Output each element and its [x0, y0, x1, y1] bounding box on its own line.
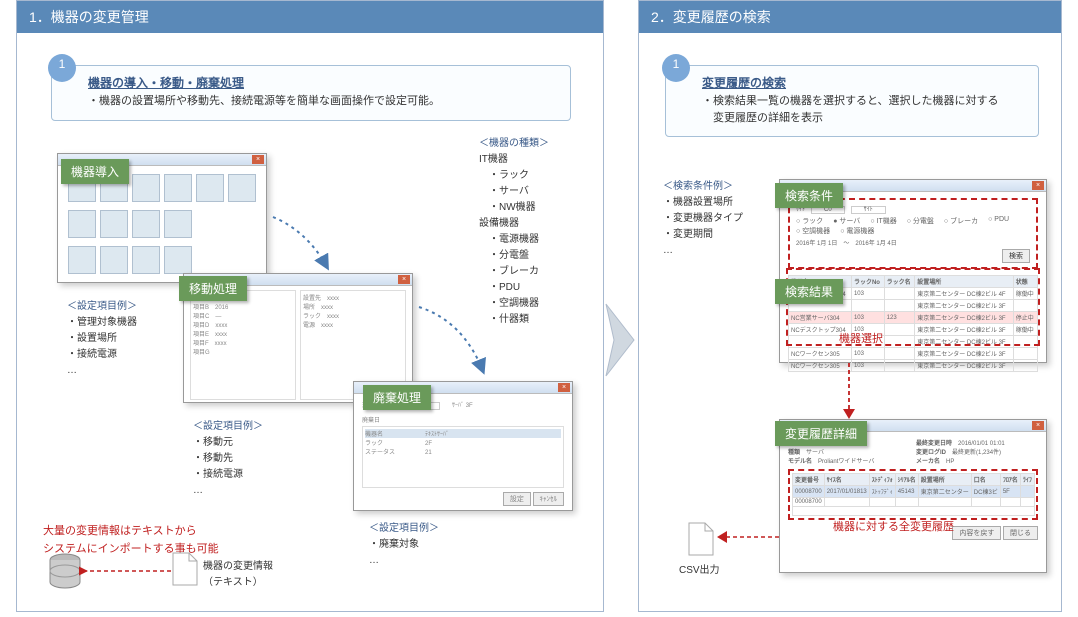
settings-2: ＜設定項目例＞ ・移動元 ・移動先 ・接続電源 …	[193, 419, 263, 499]
device-icon[interactable]	[68, 246, 96, 274]
device-icon[interactable]	[164, 210, 192, 238]
settings1-body: ・管理対象機器 ・設置場所 ・接続電源 …	[67, 317, 137, 376]
device-types-head: ＜機器の種類＞	[479, 138, 549, 149]
panel-left-title: 1．機器の変更管理	[17, 1, 603, 33]
csv-label: CSV出力	[679, 563, 720, 579]
close-icon[interactable]: ×	[398, 275, 410, 284]
table-row[interactable]: 00008700	[793, 498, 1035, 507]
callout-right: 1 変更履歴の検索 ・検索結果一覧の機器を選択すると、選択した機器に対する 変更…	[665, 65, 1039, 137]
search-cond-body: ・機器設置場所 ・変更機器タイプ ・変更期間 …	[663, 197, 743, 256]
settings3-body: ・廃棄対象 …	[369, 539, 419, 566]
table-row[interactable]: NCワークセン305103東京第二センター DC棟2ビル 3F	[789, 360, 1038, 372]
settings1-head: ＜設定項目例＞	[67, 301, 137, 312]
ok-button[interactable]: 設定	[503, 492, 531, 506]
revert-button[interactable]: 内容を戻す	[952, 526, 1001, 540]
table-row-selected[interactable]: NC営業サーバ304103123東京第二センター DC棟2ビル 3F停止中	[789, 312, 1038, 324]
device-icon[interactable]	[68, 210, 96, 238]
settings-1: ＜設定項目例＞ ・管理対象機器 ・設置場所 ・接続電源 …	[67, 299, 137, 379]
file-label: 機器の変更情報 （テキスト）	[203, 559, 273, 591]
callout-right-num: 1	[662, 54, 690, 82]
device-icon[interactable]	[100, 210, 128, 238]
radio-opt[interactable]: ○ IT機器	[870, 216, 896, 226]
tag-scrap: 廃棄処理	[363, 385, 431, 410]
tag-search-result: 検索結果	[775, 279, 843, 304]
file-icon	[687, 521, 715, 557]
device-icon[interactable]	[132, 246, 160, 274]
close-button[interactable]: 閉じる	[1003, 526, 1038, 540]
radio-opt[interactable]: ○ 分電盤	[907, 216, 934, 226]
device-types-body: IT機器 ・ラック ・サーバ ・NW機器 設備機器 ・電源機器 ・分電盤 ・ブレ…	[479, 154, 539, 325]
search-cond-label: ＜検索条件例＞ ・機器設置場所 ・変更機器タイプ ・変更期間 …	[663, 179, 743, 259]
table-row[interactable]: 000087002017/01/01813ｽﾄｯﾌﾃﾞｨ45143東京第二センタ…	[793, 486, 1035, 498]
radio-opt[interactable]: ○ ラック	[796, 216, 823, 226]
close-icon[interactable]: ×	[1032, 421, 1044, 430]
device-types: ＜機器の種類＞ IT機器 ・ラック ・サーバ ・NW機器 設備機器 ・電源機器 …	[479, 136, 549, 328]
detail-table: 変更番号ｻｲｽ名ｽﾄﾃﾞｨﾌｫｼﾘｱﾙ名設置場所口名ﾌﾛｱ名ﾗｲﾌ 000087…	[792, 473, 1035, 516]
radio-opt[interactable]: ○ PDU	[988, 216, 1009, 226]
date-range: 2016年 1月 1日 ～ 2016年 1月 4日	[796, 238, 1030, 247]
import-note: 大量の変更情報はテキストから システムにインポートする事も可能	[43, 523, 219, 558]
search-cond-box: ｻｲﾄ C0 ｻｲﾄ ○ ラック ● サーバ ○ IT機器 ○ 分電盤 ○ ブレ…	[788, 198, 1038, 269]
anno-all-history: 機器に対する全変更履歴	[833, 519, 954, 537]
device-icon[interactable]	[132, 174, 160, 202]
callout-left-title: 機器の導入・移動・廃棄処理	[88, 74, 558, 91]
device-icon[interactable]	[196, 174, 224, 202]
anno-select: 機器選択	[839, 331, 883, 349]
radio-opt[interactable]: ○ ブレーカ	[944, 216, 978, 226]
window-scrap-body: 対象機 ｻｰﾊﾞ 3F 廃棄日 機器名 ﾃｷｽﾄｻｰﾊﾞ ラック 2F ステータ…	[354, 394, 572, 512]
callout-left: 1 機器の導入・移動・廃棄処理 ・機器の設置場所や移動先、接続電源等を簡単な画面…	[51, 65, 571, 121]
radio-opt[interactable]: ● サーバ	[833, 216, 860, 226]
callout-left-num: 1	[48, 54, 76, 82]
arrow-import	[77, 561, 177, 581]
device-icon[interactable]	[164, 246, 192, 274]
panel-change-management: 1．機器の変更管理 1 機器の導入・移動・廃棄処理 ・機器の設置場所や移動先、接…	[16, 0, 604, 612]
settings-3: ＜設定項目例＞ ・廃棄対象 …	[369, 521, 439, 569]
device-icon[interactable]	[228, 174, 256, 202]
panel-right-title: 2．変更履歴の検索	[639, 1, 1061, 33]
radio-opt[interactable]: ○ 電源機器	[840, 226, 874, 236]
arrow-right-big	[604, 300, 640, 380]
radio-opt[interactable]: ○ 空調機器	[796, 226, 830, 236]
callout-left-body: ・機器の設置場所や移動先、接続電源等を簡単な画面操作で設定可能。	[88, 93, 558, 110]
settings2-head: ＜設定項目例＞	[193, 421, 263, 432]
device-icon[interactable]	[132, 210, 160, 238]
callout-right-body: ・検索結果一覧の機器を選択すると、選択した機器に対する 変更履歴の詳細を表示	[702, 93, 1026, 126]
table-row[interactable]: 東京第二センター DC棟2ビル 3F	[789, 336, 1038, 348]
table-row[interactable]: NCデスクトップ304103東京第二センター DC棟2ビル 3F稼働中	[789, 324, 1038, 336]
database-icon	[47, 553, 83, 593]
tag-detail: 変更履歴詳細	[775, 421, 867, 446]
device-icon[interactable]	[164, 174, 192, 202]
table-row[interactable]: NCワークセン305103東京第二センター DC棟2ビル 3F	[789, 348, 1038, 360]
panel-change-history: 2．変更履歴の検索 1 変更履歴の検索 ・検索結果一覧の機器を選択すると、選択し…	[638, 0, 1062, 612]
table-row[interactable]	[793, 507, 1035, 516]
cancel-button[interactable]: ｷｬﾝｾﾙ	[533, 492, 565, 506]
search-cond-head: ＜検索条件例＞	[663, 181, 733, 192]
tag-intro: 機器導入	[61, 159, 129, 184]
settings3-head: ＜設定項目例＞	[369, 523, 439, 534]
tag-move: 移動処理	[179, 276, 247, 301]
close-icon[interactable]: ×	[252, 155, 264, 164]
callout-right-title: 変更履歴の検索	[702, 74, 1026, 91]
device-icon[interactable]	[100, 246, 128, 274]
close-icon[interactable]: ×	[1032, 181, 1044, 190]
close-icon[interactable]: ×	[558, 383, 570, 392]
settings2-body: ・移動元 ・移動先 ・接続電源 …	[193, 437, 243, 496]
tag-search-cond: 検索条件	[775, 183, 843, 208]
arrow-csv	[715, 527, 785, 547]
search-button[interactable]: 検索	[1002, 249, 1030, 263]
